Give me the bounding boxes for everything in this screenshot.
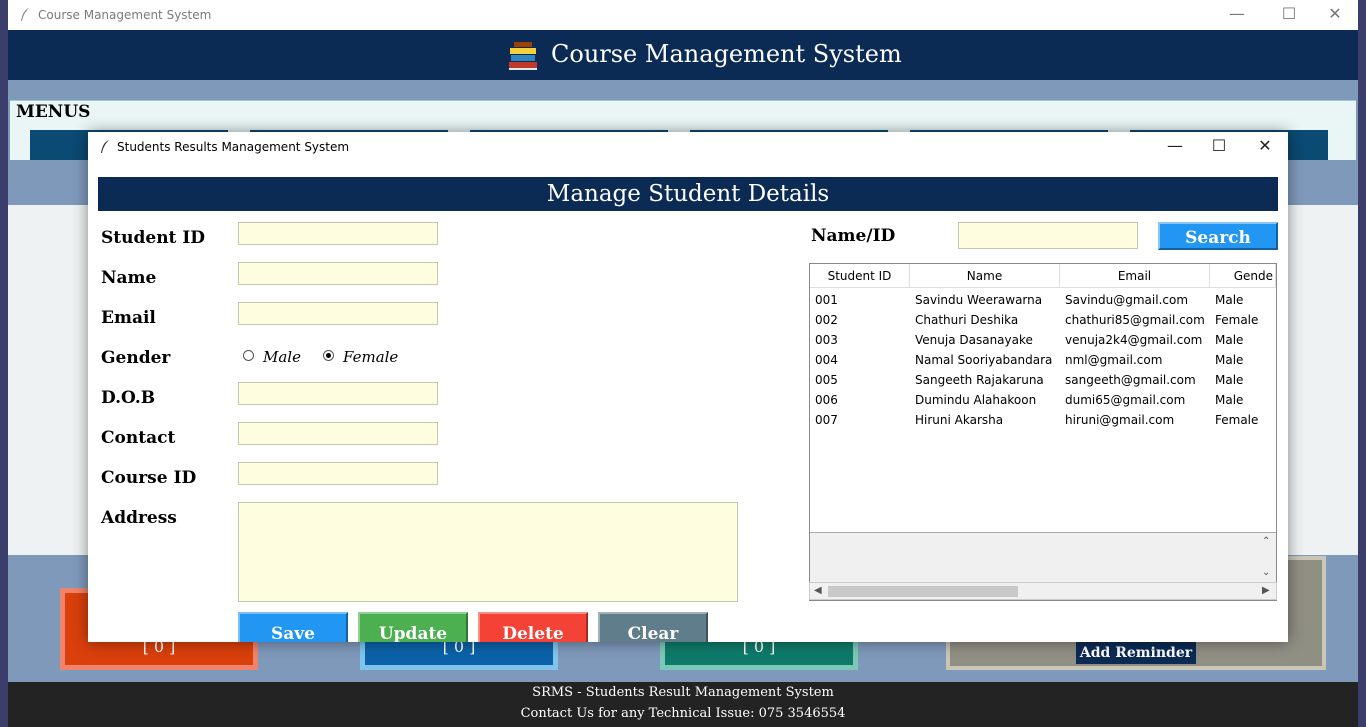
table-header: Student ID Name Email Gende [810,264,1276,288]
cell-gender: Male [1215,293,1244,307]
table-row[interactable]: 002 Chathuri Deshika chathuri85@gmail.com F… [810,310,1276,330]
horizontal-scroll-thumb[interactable] [828,586,1018,597]
child-minimize-button[interactable]: — [1152,132,1198,162]
footer-line-1: SRMS - Students Result Management System [532,685,834,700]
books-icon [509,42,537,70]
email-label: Email [101,308,156,328]
manage-student-header: Manage Student Details [98,177,1278,211]
child-titlebar: Students Results Management System — ☐ ✕ [88,132,1288,162]
footer: SRMS - Students Result Management System… [8,682,1358,727]
address-textarea[interactable] [238,502,738,602]
table-row[interactable]: 004 Namal Sooriyabandara nml@gmail.com Male [810,350,1276,370]
gender-female-label[interactable]: Female [343,348,398,366]
cell-email: nml@gmail.com [1065,353,1163,367]
scroll-right-icon[interactable]: ▶ [1262,585,1270,596]
horizontal-scrollbar[interactable]: ◀ ▶ [809,582,1277,600]
cell-student-id: 005 [815,373,838,387]
cell-student-id: 004 [815,353,838,367]
gender-male-label[interactable]: Male [263,348,301,366]
cell-name: Namal Sooriyabandara [915,353,1053,367]
name-input[interactable] [238,262,438,285]
cell-email: dumi65@gmail.com [1065,393,1186,407]
cell-student-id: 002 [815,313,838,327]
cell-gender: Male [1215,393,1244,407]
dob-label: D.O.B [101,388,156,408]
students-table-body: Student ID Name Email Gende 001 Savindu W… [810,264,1276,532]
update-button[interactable]: Update [358,612,468,642]
footer-line-2: Contact Us for any Technical Issue: 075 … [520,706,846,721]
main-close-button[interactable]: ✕ [1312,0,1358,30]
child-window-title: Students Results Management System [117,140,350,154]
cell-student-id: 007 [815,413,838,427]
add-reminder-button[interactable]: Add Reminder [1076,642,1196,664]
cell-name: Hiruni Akarsha [915,413,1004,427]
main-maximize-button[interactable]: ☐ [1266,0,1312,30]
student-id-input[interactable] [238,222,438,245]
main-window-title: Course Management System [38,8,212,22]
search-button[interactable]: Search [1158,222,1278,250]
search-label: Name/ID [811,226,896,246]
cell-name: Venuja Dasanayake [915,333,1033,347]
table-row[interactable]: 003 Venuja Dasanayake venuja2k4@gmail.com M… [810,330,1276,350]
clear-button[interactable]: Clear [598,612,708,642]
main-header-title: Course Management System [551,40,902,68]
save-button[interactable]: Save [238,612,348,642]
table-row[interactable]: 007 Hiruni Akarsha hiruni@gmail.com Female [810,410,1276,430]
cell-gender: Male [1215,373,1244,387]
main-header: Course Management System [8,30,1358,80]
table-row[interactable]: 001 Savindu Weerawarna Savindu@gmail.com Ma… [810,290,1276,310]
contact-label: Contact [101,428,176,448]
column-header-email[interactable]: Email [1060,264,1210,288]
scroll-down-icon[interactable]: ⌄ [1262,567,1270,578]
scroll-up-icon[interactable]: ⌃ [1262,536,1270,547]
gender-male-radio[interactable] [243,350,254,361]
email-input[interactable] [238,302,438,325]
cell-student-id: 001 [815,293,838,307]
cell-email: hiruni@gmail.com [1065,413,1175,427]
column-header-name[interactable]: Name [910,264,1060,288]
child-maximize-button[interactable]: ☐ [1196,132,1242,162]
feather-icon [101,140,109,153]
feather-icon [21,8,29,21]
table-row[interactable]: 006 Dumindu Alahakoon dumi65@gmail.com Male [810,390,1276,410]
name-label: Name [101,268,157,288]
course-id-label: Course ID [101,468,197,488]
cell-name: Sangeeth Rajakaruna [915,373,1044,387]
address-label: Address [101,508,177,528]
cell-gender: Male [1215,353,1244,367]
gender-label: Gender [101,348,171,368]
menus-label: MENUS [15,102,92,122]
main-minimize-button[interactable]: — [1214,0,1260,30]
delete-button[interactable]: Delete [478,612,588,642]
gender-female-radio[interactable] [323,350,334,361]
table-row[interactable]: 005 Sangeeth Rajakaruna sangeeth@gmail.com… [810,370,1276,390]
cell-email: venuja2k4@gmail.com [1065,333,1203,347]
contact-input[interactable] [238,422,438,445]
cell-email: Savindu@gmail.com [1065,293,1189,307]
cell-gender: Male [1215,333,1244,347]
student-id-label: Student ID [101,228,206,248]
course-id-input[interactable] [238,462,438,485]
main-titlebar: Course Management System — ☐ ✕ [8,0,1358,30]
student-details-window: Students Results Management System — ☐ ✕… [88,132,1288,642]
column-header-student-id[interactable]: Student ID [810,264,910,288]
vertical-scrollbar[interactable]: ⌃ ⌄ [810,532,1276,582]
cell-name: Savindu Weerawarna [915,293,1043,307]
child-close-button[interactable]: ✕ [1242,132,1288,162]
scroll-left-icon[interactable]: ◀ [814,585,822,596]
cell-student-id: 003 [815,333,838,347]
cell-student-id: 006 [815,393,838,407]
column-header-gender[interactable]: Gende [1210,264,1276,288]
students-table[interactable]: Student ID Name Email Gende 001 Savindu W… [809,263,1277,601]
cell-name: Dumindu Alahakoon [915,393,1037,407]
search-input[interactable] [958,222,1138,249]
cell-gender: Female [1215,413,1259,427]
cell-name: Chathuri Deshika [915,313,1019,327]
cell-email: sangeeth@gmail.com [1065,373,1196,387]
cell-gender: Female [1215,313,1259,327]
cell-email: chathuri85@gmail.com [1065,313,1205,327]
dob-input[interactable] [238,382,438,405]
